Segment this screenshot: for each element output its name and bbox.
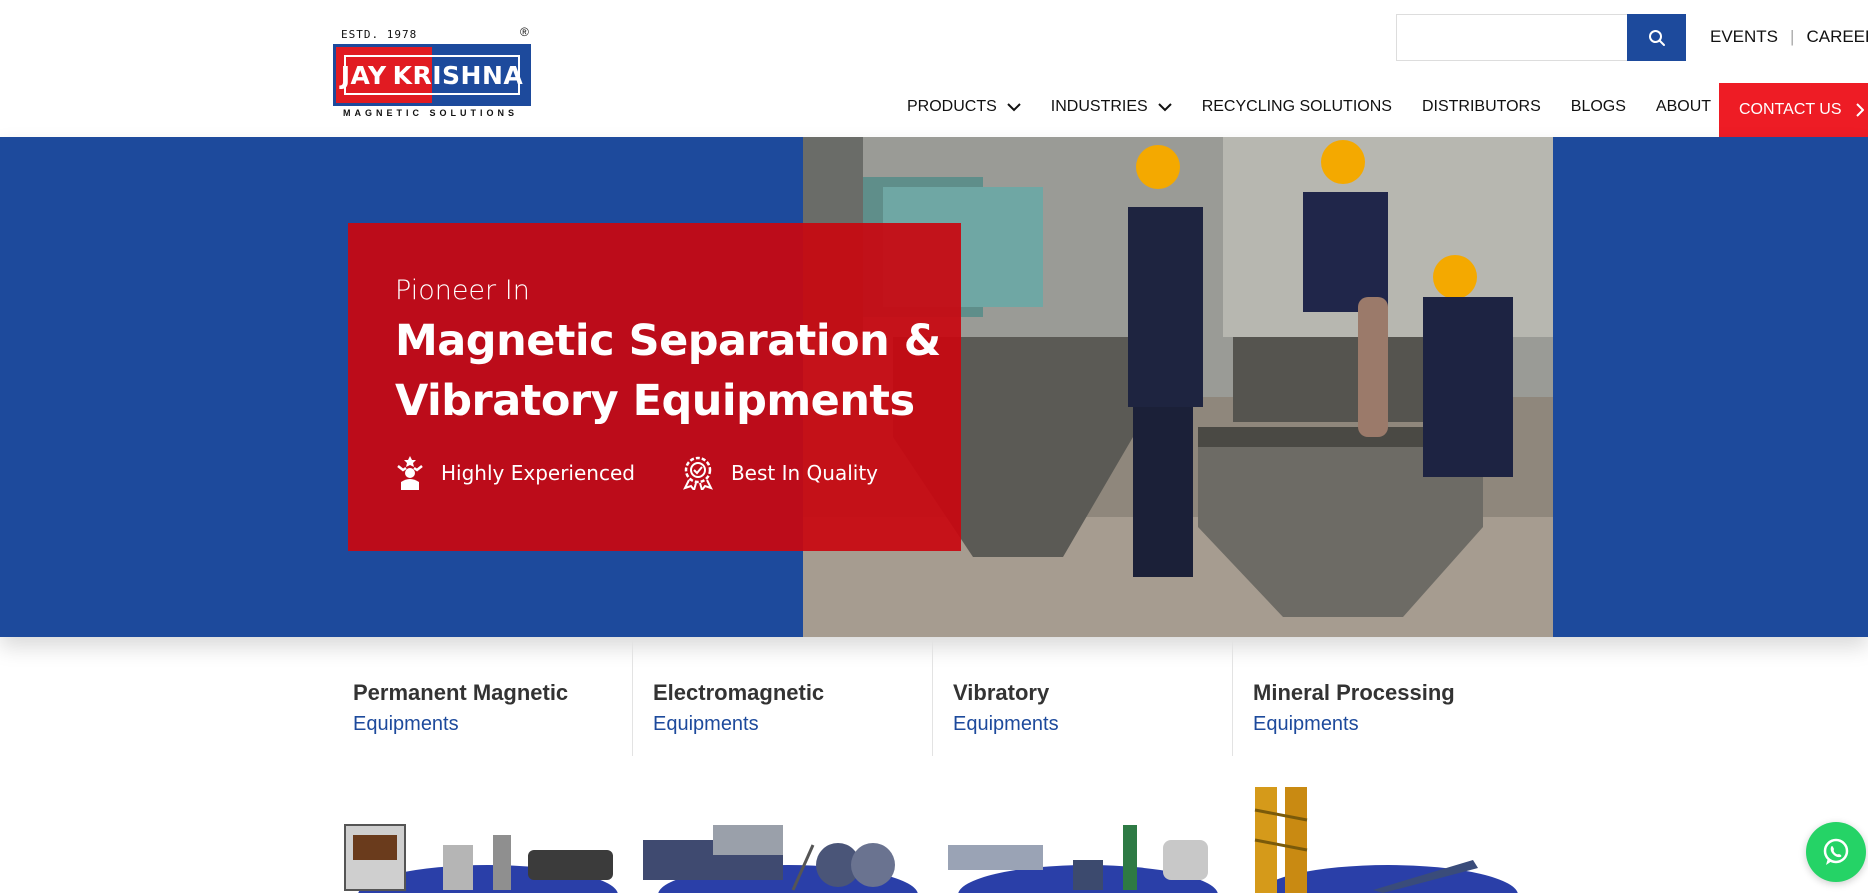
nav-label: BLOGS [1570,98,1626,115]
hero-pre-title: Pioneer In [395,275,530,306]
nav-label: ABOUT [1655,98,1712,115]
hero-text-panel: Pioneer In Magnetic Separation & Vibrato… [348,223,961,551]
product-image-electromagnetic[interactable] [633,780,923,893]
events-link[interactable]: EVENTS [1710,27,1778,47]
hero-title-line-1: Magnetic Separation & [395,316,941,366]
site-header: ESTD. 1978 ® JAY KRISHNA MAGNETIC SOLUTI… [0,0,1868,137]
feature-highly-experienced: Highly Experienced [395,456,635,490]
feature-label: Highly Experienced [441,461,635,485]
nav-label: PRODUCTS [907,98,997,115]
chevron-down-icon [1157,102,1172,111]
chevron-right-icon [1855,103,1864,117]
product-image-permanent-magnetic[interactable] [333,780,623,893]
logo-tagline: MAGNETIC SOLUTIONS [343,108,518,118]
category-title: Permanent Magnetic [353,680,569,705]
whatsapp-chat-button[interactable] [1806,822,1866,882]
expert-person-icon [397,456,423,490]
category-electromagnetic[interactable]: Electromagnetic Equipments [633,640,933,756]
quality-badge-icon [682,456,713,490]
hero-banner: Pioneer In Magnetic Separation & Vibrato… [0,137,1868,637]
category-subtitle: Equipments [1253,713,1359,735]
nav-item-industries[interactable]: INDUSTRIES [1051,98,1172,116]
category-subtitle: Equipments [353,713,459,735]
product-image-vibratory[interactable] [933,780,1223,893]
category-vibratory[interactable]: Vibratory Equipments [933,640,1233,756]
logo-box: JAY KRISHNA [333,44,531,106]
logo-registered-mark: ® [520,25,529,39]
nav-item-recycling-solutions[interactable]: RECYCLING SOLUTIONS [1202,98,1392,116]
top-links-separator: | [1790,27,1795,46]
nav-item-distributors[interactable]: DISTRIBUTORS [1422,98,1541,116]
main-nav: PRODUCTS INDUSTRIES RECYCLING SOLUTIONS … [907,98,1741,116]
career-link[interactable]: CAREER [1806,27,1868,47]
feature-best-in-quality: Best In Quality [681,456,878,490]
logo-word-krishna: KRISHNA [392,60,524,90]
nav-item-about[interactable]: ABOUT [1656,98,1711,116]
category-title: Vibratory [953,680,1050,705]
hero-features: Highly Experienced Best In Quality [395,456,961,490]
logo-estd: ESTD. 1978 [341,28,418,41]
category-subtitle: Equipments [953,713,1059,735]
product-image-mineral-processing[interactable] [1233,780,1523,893]
search-button[interactable] [1627,14,1686,61]
category-mineral-processing[interactable]: Mineral Processing Equipments [1233,640,1533,756]
logo-word-jay: JAY [340,60,387,90]
nav-label: DISTRIBUTORS [1421,98,1541,115]
nav-label: INDUSTRIES [1050,98,1148,115]
category-links: Permanent Magnetic Equipments Electromag… [333,640,1533,756]
hero-title: Magnetic Separation & Vibratory Equipmen… [395,311,961,431]
nav-label: RECYCLING SOLUTIONS [1201,98,1392,115]
search-input[interactable] [1396,14,1627,61]
contact-us-button[interactable]: CONTACT US [1719,83,1868,137]
feature-label: Best In Quality [730,461,878,485]
whatsapp-icon [1823,838,1849,865]
category-subtitle: Equipments [653,713,759,735]
chevron-down-icon [1007,102,1021,111]
hero-title-line-2: Vibratory Equipments [395,376,915,426]
nav-item-products[interactable]: PRODUCTS [907,98,1021,116]
category-permanent-magnetic[interactable]: Permanent Magnetic Equipments [333,640,633,756]
category-title: Mineral Processing [1253,680,1455,705]
search-icon [1648,29,1665,46]
nav-item-blogs[interactable]: BLOGS [1571,98,1626,116]
top-links: EVENTS | CAREER [1710,27,1868,47]
contact-us-label: CONTACT US [1739,101,1842,118]
category-title: Electromagnetic [653,680,825,705]
jay-krishna-logo[interactable]: ESTD. 1978 ® JAY KRISHNA MAGNETIC SOLUTI… [333,25,533,120]
